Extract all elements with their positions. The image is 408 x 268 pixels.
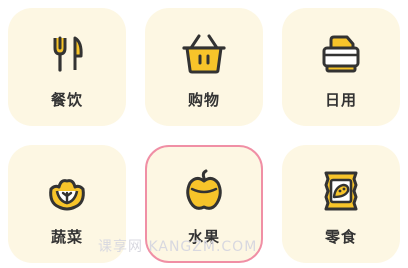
category-tile-shopping[interactable]: 购物 [145, 8, 263, 126]
category-tile-dining[interactable]: 餐饮 [8, 8, 126, 126]
apple-icon [147, 169, 261, 213]
category-tile-snacks[interactable]: 零食 [282, 145, 400, 263]
category-tile-daily[interactable]: 日用 [282, 8, 400, 126]
cabbage-icon [8, 169, 126, 213]
category-label: 购物 [187, 91, 220, 109]
watermark-text: 课享网 KANGZM.COM [98, 239, 258, 255]
shopping-basket-icon [145, 32, 263, 76]
fork-knife-icon [8, 32, 126, 76]
category-label: 日用 [324, 91, 357, 109]
category-label: 零食 [324, 228, 357, 246]
snack-bag-icon [282, 169, 400, 213]
category-label: 餐饮 [50, 91, 83, 109]
daily-goods-icon [282, 32, 400, 76]
